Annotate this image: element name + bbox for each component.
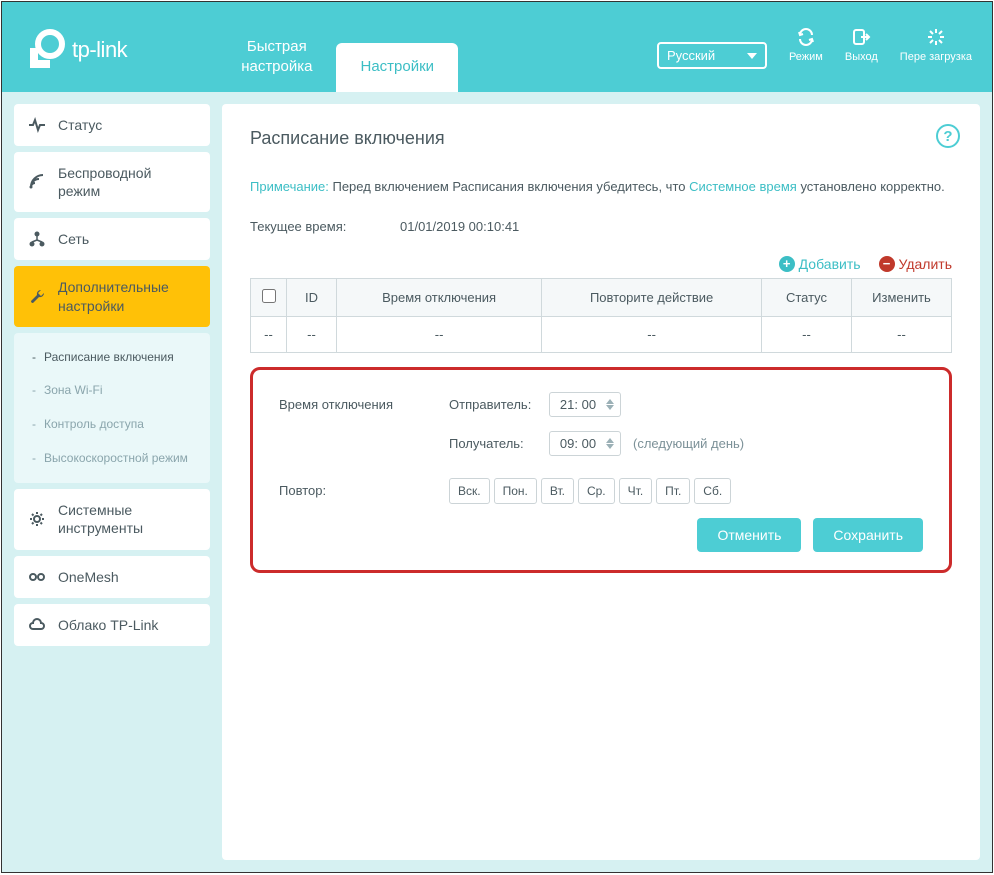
sidebar-item-wireless[interactable]: Беспроводной режим [14, 152, 210, 212]
col-id: ID [287, 278, 337, 316]
schedule-table: ID Время отключения Повторите действие С… [250, 278, 952, 353]
to-spinner[interactable] [606, 438, 614, 449]
from-time-value: 21: 00 [556, 397, 600, 412]
col-off-time: Время отключения [337, 278, 542, 316]
top-tabs: Быстрая настройка Настройки [217, 23, 458, 92]
header: tp-link Быстрая настройка Настройки Русс… [2, 2, 992, 92]
language-value: Русский [667, 48, 715, 63]
from-label: Отправитель: [449, 397, 549, 412]
to-label: Получатель: [449, 436, 549, 451]
table-toolbar: +Добавить −Удалить [250, 256, 952, 272]
tab-quick-setup[interactable]: Быстрая настройка [217, 23, 336, 92]
sidebar-item-cloud[interactable]: Облако TP-Link [14, 604, 210, 646]
sidebar-item-system-tools[interactable]: Системные инструменты [14, 489, 210, 549]
pulse-icon [28, 116, 46, 134]
sidebar-item-status[interactable]: Статус [14, 104, 210, 146]
brand-text: tp-link [72, 37, 127, 63]
sub-item-highspeed[interactable]: Высокоскоростной режим [14, 442, 210, 476]
sidebar-item-network[interactable]: Сеть [14, 218, 210, 260]
wrench-icon [28, 288, 46, 306]
save-button[interactable]: Сохранить [813, 518, 923, 552]
language-select[interactable]: Русский [657, 42, 767, 69]
cloud-icon [28, 616, 46, 634]
sub-item-schedule[interactable]: Расписание включения [14, 341, 210, 375]
reboot-button[interactable]: Пере загрузка [900, 27, 972, 63]
select-all-checkbox[interactable] [262, 289, 276, 303]
logout-icon [851, 27, 871, 47]
delete-button[interactable]: −Удалить [879, 256, 952, 272]
sub-item-access-control[interactable]: Контроль доступа [14, 408, 210, 442]
col-repeat: Повторите действие [542, 278, 762, 316]
to-time-value: 09: 00 [556, 436, 600, 451]
day-mon[interactable]: Пон. [494, 478, 537, 504]
current-time-label: Текущее время: [250, 219, 400, 234]
day-fri[interactable]: Пт. [656, 478, 690, 504]
chevron-down-icon [747, 53, 757, 59]
sidebar-submenu: Расписание включения Зона Wi-Fi Контроль… [14, 333, 210, 483]
current-time-value: 01/01/2019 00:10:41 [400, 219, 519, 234]
mode-icon [796, 27, 816, 47]
current-time-row: Текущее время: 01/01/2019 00:10:41 [250, 219, 952, 234]
day-sun[interactable]: Вск. [449, 478, 490, 504]
to-time-input[interactable]: 09: 00 [549, 431, 621, 456]
add-button[interactable]: +Добавить [779, 256, 861, 272]
from-time-input[interactable]: 21: 00 [549, 392, 621, 417]
mode-button[interactable]: Режим [789, 27, 823, 63]
logout-button[interactable]: Выход [845, 27, 878, 63]
sidebar-item-onemesh[interactable]: OneMesh [14, 556, 210, 598]
table-row: -- -- -- -- -- -- [251, 316, 952, 352]
next-day-label: (следующий день) [633, 436, 744, 451]
tplink-logo-icon [22, 28, 66, 72]
day-tue[interactable]: Вт. [541, 478, 574, 504]
sidebar: Статус Беспроводной режим Сеть Дополните… [2, 92, 222, 872]
page-title: Расписание включения [250, 128, 952, 149]
day-wed[interactable]: Ср. [578, 478, 615, 504]
cancel-button[interactable]: Отменить [697, 518, 801, 552]
onemesh-icon [28, 568, 46, 586]
tab-settings[interactable]: Настройки [336, 43, 458, 93]
from-spinner[interactable] [606, 399, 614, 410]
reboot-icon [926, 27, 946, 47]
repeat-label: Повтор: [279, 483, 449, 498]
edit-panel: Время отключения Отправитель: 21: 00 Пол… [250, 367, 952, 573]
note-text: Примечание: Перед включением Расписания … [250, 177, 952, 197]
gear-icon [28, 510, 46, 528]
wifi-icon [28, 173, 46, 191]
off-time-label: Время отключения [279, 397, 449, 412]
content-panel: ? Расписание включения Примечание: Перед… [222, 104, 980, 860]
day-sat[interactable]: Сб. [694, 478, 731, 504]
minus-icon: − [879, 256, 895, 272]
col-edit: Изменить [852, 278, 952, 316]
network-icon [28, 230, 46, 248]
system-time-link[interactable]: Системное время [689, 179, 797, 194]
note-label: Примечание: [250, 179, 329, 194]
day-picker: Вск. Пон. Вт. Ср. Чт. Пт. Сб. [449, 478, 731, 504]
sub-item-wifi-zone[interactable]: Зона Wi-Fi [14, 374, 210, 408]
help-icon[interactable]: ? [936, 124, 960, 148]
logo: tp-link [22, 28, 127, 92]
day-thu[interactable]: Чт. [619, 478, 653, 504]
plus-icon: + [779, 256, 795, 272]
sidebar-item-advanced[interactable]: Дополнительные настройки [14, 266, 210, 326]
top-right: Русский Режим Выход Пере загрузка [657, 20, 972, 69]
col-status: Статус [762, 278, 852, 316]
